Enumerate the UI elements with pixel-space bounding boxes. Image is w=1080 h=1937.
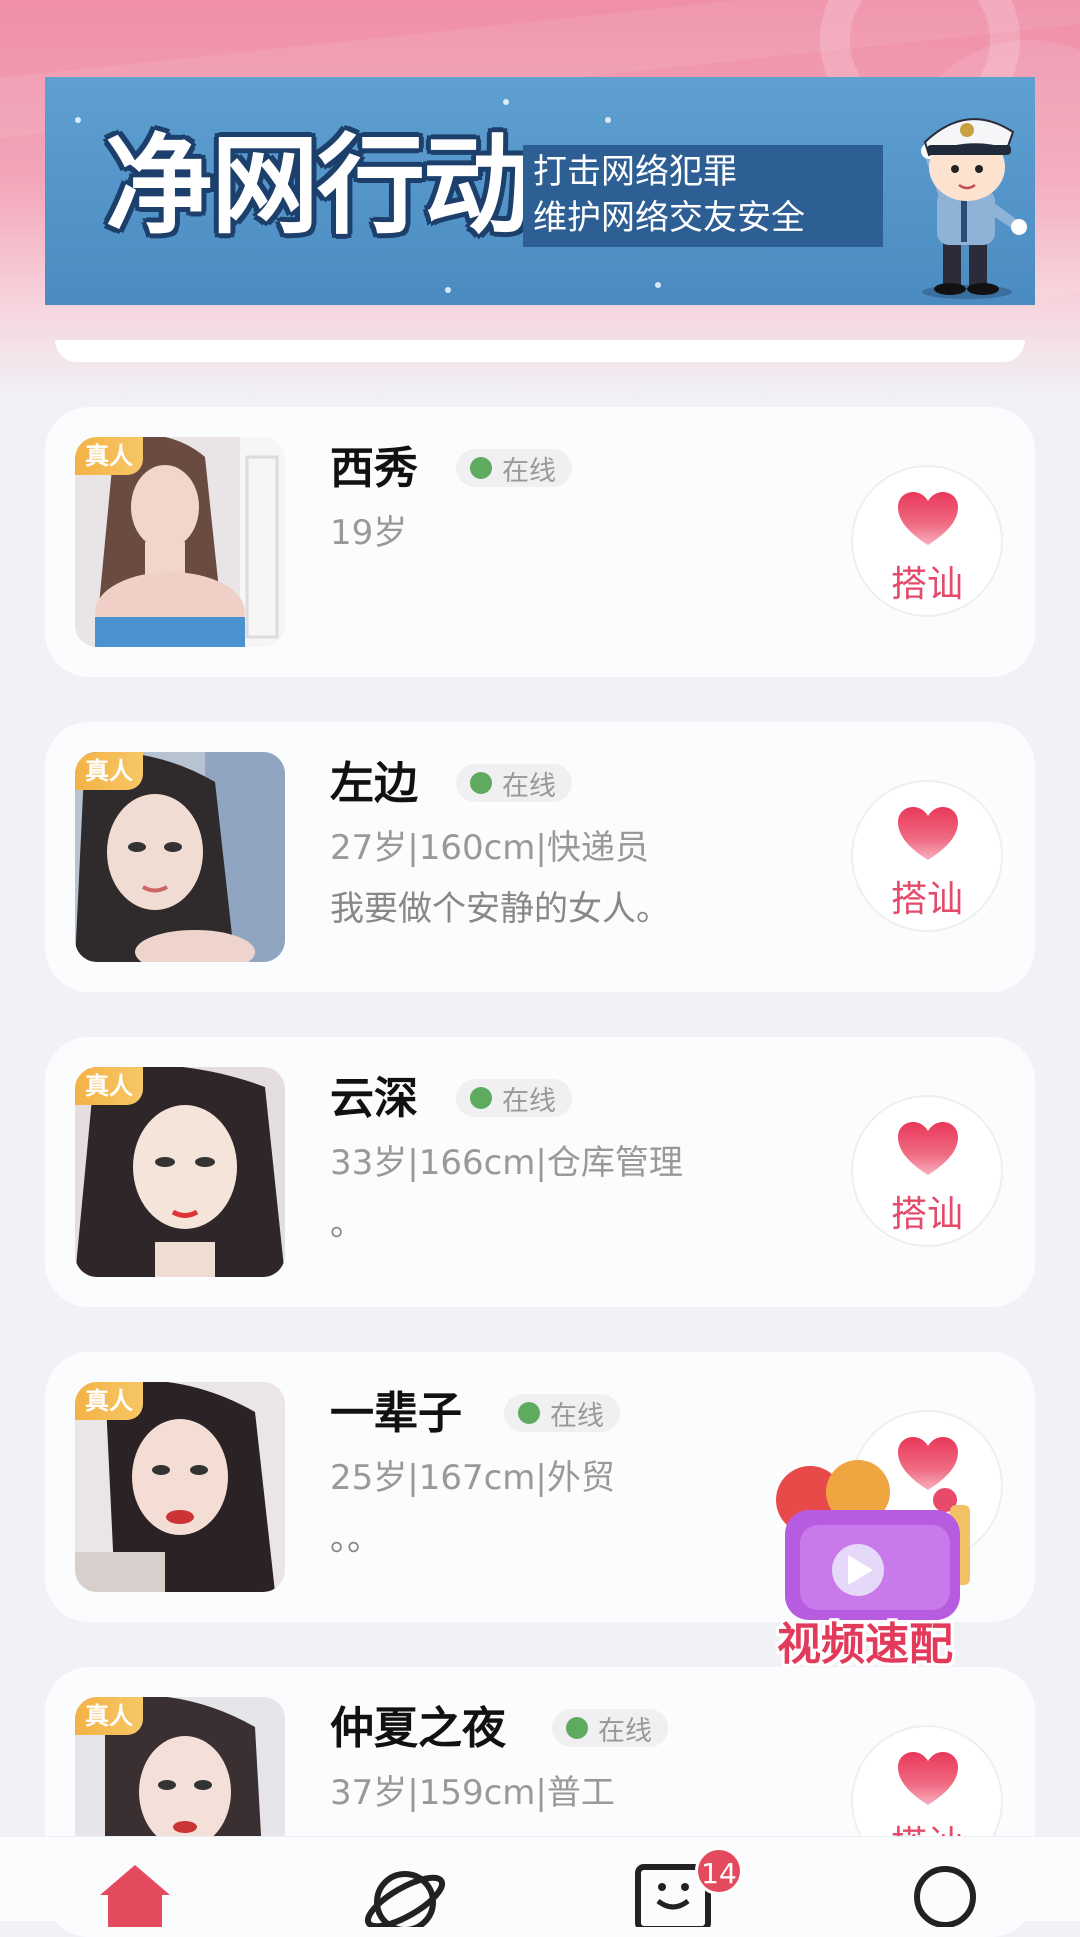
section-edge	[55, 340, 1025, 362]
greet-button[interactable]: 搭讪	[851, 465, 1003, 617]
list-item[interactable]: 真人 西秀 在线 19岁 搭讪	[45, 407, 1035, 677]
online-status: 在线	[456, 449, 572, 487]
status-label: 在线	[502, 770, 556, 802]
tab-discover[interactable]	[360, 1857, 450, 1933]
banner-subtitle-box: 打击网络犯罪 维护网络交友安全	[523, 145, 883, 247]
user-info: 37岁|159cm|普工	[330, 1773, 615, 1813]
safety-banner[interactable]: 净网行动 打击网络犯罪 维护网络交友安全	[45, 77, 1035, 305]
user-info: 19岁	[330, 513, 408, 553]
banner-title: 净网行动	[105, 124, 531, 249]
online-dot-icon	[470, 1087, 492, 1109]
online-status: 在线	[504, 1394, 620, 1432]
avatar[interactable]: 真人	[75, 1382, 285, 1592]
status-label: 在线	[502, 1085, 556, 1117]
user-name: 一辈子	[330, 1388, 462, 1439]
video-match-button[interactable]: 视频速配	[740, 1440, 990, 1670]
user-bio: 我要做个安静的女人。	[330, 889, 670, 929]
status-label: 在线	[598, 1715, 652, 1747]
online-dot-icon	[470, 457, 492, 479]
online-status: 在线	[552, 1709, 668, 1747]
greet-button[interactable]: 搭讪	[851, 1095, 1003, 1247]
verified-badge: 真人	[75, 1067, 143, 1105]
tab-home[interactable]	[90, 1857, 180, 1927]
online-status: 在线	[456, 764, 572, 802]
unread-badge: 14	[695, 1847, 743, 1895]
online-dot-icon	[566, 1717, 588, 1739]
greet-label: 搭讪	[890, 564, 963, 605]
heart-icon	[898, 1122, 958, 1175]
list-item[interactable]: 真人 左边 在线 27岁|160cm|快递员 我要做个安静的女人。 搭讪	[45, 722, 1035, 992]
avatar[interactable]: 真人	[75, 437, 285, 647]
tab-messages[interactable]: 14	[630, 1847, 743, 1932]
avatar[interactable]: 真人	[75, 752, 285, 962]
bottom-tab-bar: 14	[0, 1836, 1080, 1933]
tab-profile[interactable]	[900, 1857, 990, 1928]
banner-subtitle-line1: 打击网络犯罪	[533, 152, 737, 192]
online-dot-icon	[518, 1402, 540, 1424]
planet-icon	[364, 1871, 446, 1933]
home-icon	[100, 1865, 170, 1927]
video-match-label: 视频速配	[777, 1619, 953, 1670]
user-name: 西秀	[330, 443, 418, 494]
user-name: 仲夏之夜	[330, 1703, 506, 1754]
video-match-icon	[776, 1460, 970, 1620]
user-bio: 。	[330, 1204, 364, 1244]
heart-icon	[898, 492, 958, 545]
banner-subtitle-line2: 维护网络交友安全	[533, 198, 805, 238]
user-name: 左边	[330, 758, 418, 809]
profile-icon	[914, 1866, 976, 1928]
user-info: 33岁|166cm|仓库管理	[330, 1143, 683, 1183]
status-label: 在线	[550, 1400, 604, 1432]
greet-label: 搭讪	[890, 879, 963, 920]
heart-icon	[898, 807, 958, 860]
verified-badge: 真人	[75, 752, 143, 790]
avatar[interactable]: 真人	[75, 1067, 285, 1277]
user-info: 27岁|160cm|快递员	[330, 828, 649, 868]
online-dot-icon	[470, 772, 492, 794]
verified-badge: 真人	[75, 437, 143, 475]
greet-button[interactable]: 搭讪	[851, 780, 1003, 932]
heart-icon	[898, 1752, 958, 1805]
online-status: 在线	[456, 1079, 572, 1117]
greet-label: 搭讪	[890, 1194, 963, 1235]
user-bio: 。。	[330, 1519, 381, 1559]
user-info: 25岁|167cm|外贸	[330, 1458, 615, 1498]
verified-badge: 真人	[75, 1697, 143, 1735]
status-label: 在线	[502, 455, 556, 487]
verified-badge: 真人	[75, 1382, 143, 1420]
user-name: 云深	[330, 1073, 418, 1124]
list-item[interactable]: 真人 云深 在线 33岁|166cm|仓库管理 。 搭讪	[45, 1037, 1035, 1307]
police-mascot-icon	[921, 118, 1027, 299]
